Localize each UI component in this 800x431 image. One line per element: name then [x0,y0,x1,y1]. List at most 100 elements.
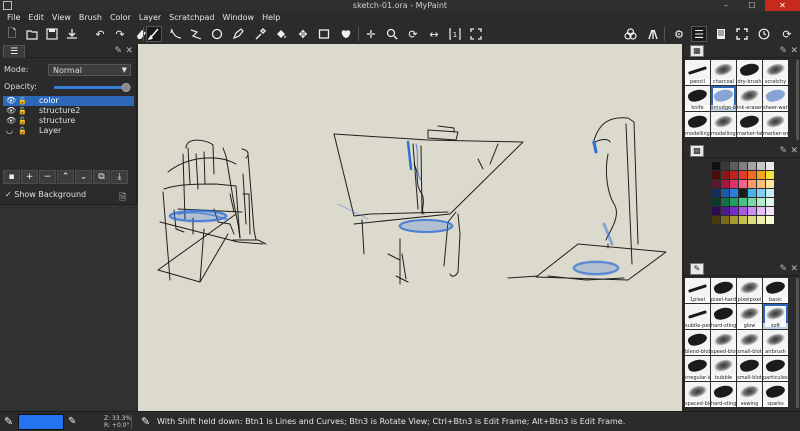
palette-swatch[interactable] [721,198,729,206]
palette-swatch[interactable] [757,162,765,170]
palette-swatch[interactable] [757,216,765,224]
unlock-icon[interactable]: 🔓 [18,106,28,116]
palette-swatch[interactable] [748,162,756,170]
brush-preset-sewing[interactable]: sewing [737,382,762,407]
close-panel-icon[interactable]: ✕ [125,46,133,56]
palette-swatch[interactable] [766,180,774,188]
connected-lines-icon[interactable] [188,26,204,42]
brush-preset-pencil[interactable]: pencil [685,60,710,85]
brush-preset-modelling2[interactable]: modelling2 [711,112,736,137]
palette-swatch[interactable] [730,198,738,206]
menu-file[interactable]: File [3,11,24,24]
palette-swatch[interactable] [739,162,747,170]
show-background-checkbox[interactable]: ✓ Show Background [5,190,86,199]
palette-swatch[interactable] [712,189,720,197]
minimize-button[interactable]: – [713,0,739,11]
close-panel-icon[interactable]: ✕ [790,146,798,156]
palette-swatch[interactable] [739,216,747,224]
menu-window[interactable]: Window [219,11,259,24]
move-down-icon[interactable]: ⌄ [75,170,92,184]
palette-swatch[interactable] [739,171,747,179]
palette-swatch[interactable] [748,189,756,197]
palette-swatch[interactable] [748,216,756,224]
palette-swatch[interactable] [712,171,720,179]
layer-row[interactable]: 👁 🔓 structure [3,116,134,126]
open-icon[interactable] [24,26,40,42]
freehand-brush-icon[interactable] [146,26,162,42]
palette-swatch[interactable] [721,171,729,179]
palette-swatch[interactable] [721,207,729,215]
brush-preset-blend-blob[interactable]: blend-blob [685,330,710,355]
brush-preset-airbrush[interactable]: airbrush [763,330,788,355]
frame-icon[interactable] [316,26,332,42]
menu-scratchpad[interactable]: Scratchpad [165,11,218,24]
brushes-tab-icon[interactable]: ▦ [690,45,704,57]
brush-preset-spaced-blot[interactable]: spaced-blot [685,382,710,407]
scrollbar[interactable] [796,278,799,408]
palette-swatch[interactable] [739,180,747,188]
brush-preset-small-blot[interactable]: small-blot [737,330,762,355]
brush-preset-charcoal[interactable]: charcoal [711,60,736,85]
move-up-icon[interactable]: ⌃ [57,170,74,184]
menu-help[interactable]: Help [258,11,284,24]
brush-preset-hard-sting[interactable]: hard-sting [711,304,736,329]
fit-view-icon[interactable] [468,26,484,42]
brush-preset-pixelpixel[interactable]: pixelpixel [737,278,762,303]
layer-properties-icon[interactable]: ▪ [3,170,20,184]
eye-hidden-icon[interactable]: ◡ [6,126,16,136]
scratchpad-icon[interactable] [713,26,729,42]
blend-mode-select[interactable]: Normal ▼ [48,64,131,76]
export-icon[interactable] [64,26,80,42]
brush-preset-marker-fat[interactable]: marker-fat [737,112,762,137]
more-brushes-icon[interactable] [645,26,661,42]
eye-visible-icon[interactable]: 👁 [6,116,16,126]
brush-preset-glow[interactable]: glow [737,304,762,329]
palette-tab-icon[interactable]: ▩ [690,145,704,157]
palette-swatch[interactable] [766,207,774,215]
ink-pen-icon[interactable] [230,26,246,42]
new-document-icon[interactable]: 🗋 [4,26,20,42]
palette-swatch[interactable] [748,198,756,206]
mirror-icon[interactable]: ↔ [426,26,442,42]
merge-down-icon[interactable]: ⤓ [111,170,128,184]
brush-preset-1pixel[interactable]: 1pixel [685,278,710,303]
layers-icon[interactable]: ☰ [3,45,25,58]
drawing-canvas[interactable] [138,44,682,411]
scrollbar[interactable] [796,60,799,140]
pin-icon[interactable]: ✎ [779,264,787,274]
brush-settings-icon[interactable] [622,26,638,42]
fill-icon[interactable] [273,26,289,42]
brush-preset-particules-b[interactable]: particules-b [763,356,788,381]
brush-preset-bubble[interactable]: bubble [711,356,736,381]
opacity-slider-knob[interactable] [121,83,131,92]
brush-preset-sparks[interactable]: sparks [763,382,788,407]
more-icon[interactable]: ⟳ [779,26,795,42]
lines-curves-icon[interactable] [168,26,184,42]
brush-preset-speed-blot[interactable]: speed-blot [711,330,736,355]
palette-swatch[interactable] [730,189,738,197]
close-button[interactable]: ✕ [765,0,800,11]
menu-view[interactable]: View [48,11,75,24]
palette-swatch[interactable] [730,207,738,215]
ellipse-icon[interactable] [209,26,225,42]
brush-preset-hard-sting[interactable]: hard-sting [711,382,736,407]
pin-icon[interactable]: ✎ [779,146,787,156]
brush-preset-basic[interactable]: basic [763,278,788,303]
move-layer-icon[interactable]: ✥ [295,26,311,42]
palette-swatch[interactable] [757,180,765,188]
edit-color-icon[interactable]: ✎ [68,416,76,427]
settings-gear-icon[interactable]: ⚙ [671,26,687,42]
palette-swatch[interactable] [766,171,774,179]
fullscreen-icon[interactable] [734,26,750,42]
palette-swatch[interactable] [721,180,729,188]
brush-preset-sheer-watercolor[interactable]: sheer-watercolor [763,86,788,111]
brush-preset-dry-brush[interactable]: dry-brush [737,60,762,85]
palette-swatch[interactable] [748,207,756,215]
palette-swatch[interactable] [757,189,765,197]
brush-preset-modelling[interactable]: modelling [685,112,710,137]
palette-swatch[interactable] [757,171,765,179]
palette-swatch[interactable] [730,171,738,179]
palette-swatch[interactable] [730,216,738,224]
undo-icon[interactable]: ↶ [92,26,108,42]
brush-preset-scratchy[interactable]: scratchy [763,60,788,85]
